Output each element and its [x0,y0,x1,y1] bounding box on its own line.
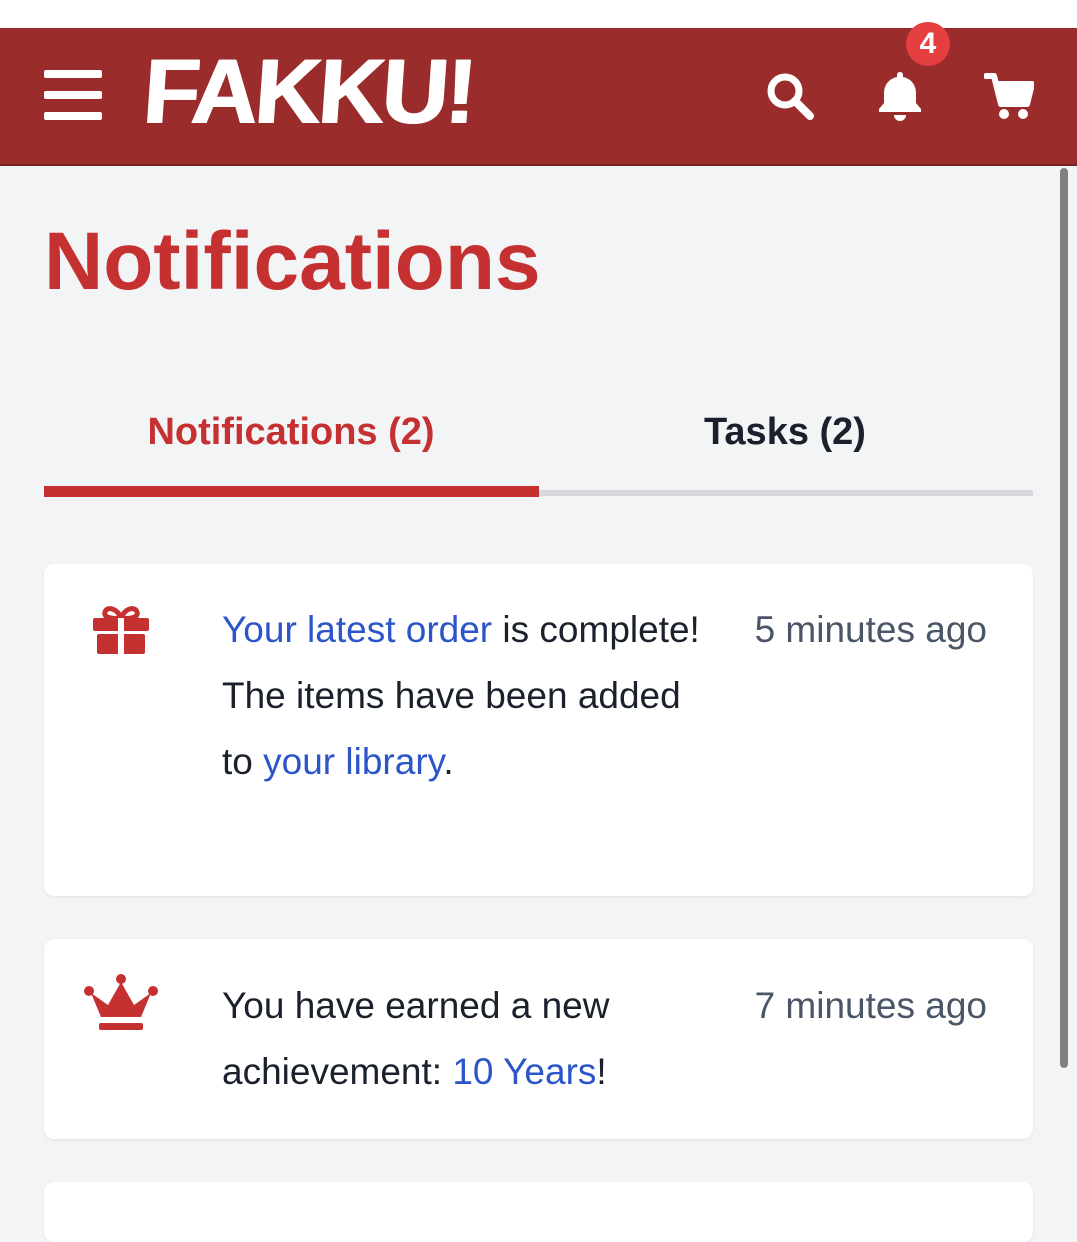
notification-message: Your latest order is complete! The items… [222,609,700,782]
notification-count-badge[interactable]: 4 [906,22,950,66]
page-title: Notifications [44,216,541,307]
gift-icon [93,606,149,654]
crown-icon [84,974,158,1030]
tab-notifications[interactable]: Notifications (2) [44,400,538,490]
latest-order-link[interactable]: Your latest order [222,609,492,650]
top-navbar: FAKKU! 4 [0,22,1077,166]
notification-time: 5 minutes ago [754,609,987,650]
status-area [0,0,1077,28]
notification-time: 7 minutes ago [754,985,987,1026]
bell-icon[interactable] [876,70,924,122]
menu-icon[interactable] [44,70,102,120]
cart-icon[interactable] [984,72,1034,120]
tab-active-indicator [44,486,539,497]
site-logo[interactable]: FAKKU! [140,41,477,143]
tab-tasks[interactable]: Tasks (2) [538,400,1032,490]
notification-card [44,1182,1033,1242]
library-link[interactable]: your library [263,741,443,782]
search-icon[interactable] [766,72,814,120]
achievement-link[interactable]: 10 Years [452,1051,596,1092]
scrollbar[interactable] [1060,168,1068,1068]
notification-message: You have earned a new achievement: 10 Ye… [222,985,610,1092]
notification-card: You have earned a new achievement: 10 Ye… [44,939,1033,1139]
tab-bar: Notifications (2) Tasks (2) [44,400,1033,498]
notification-card: Your latest order is complete! The items… [44,564,1033,896]
